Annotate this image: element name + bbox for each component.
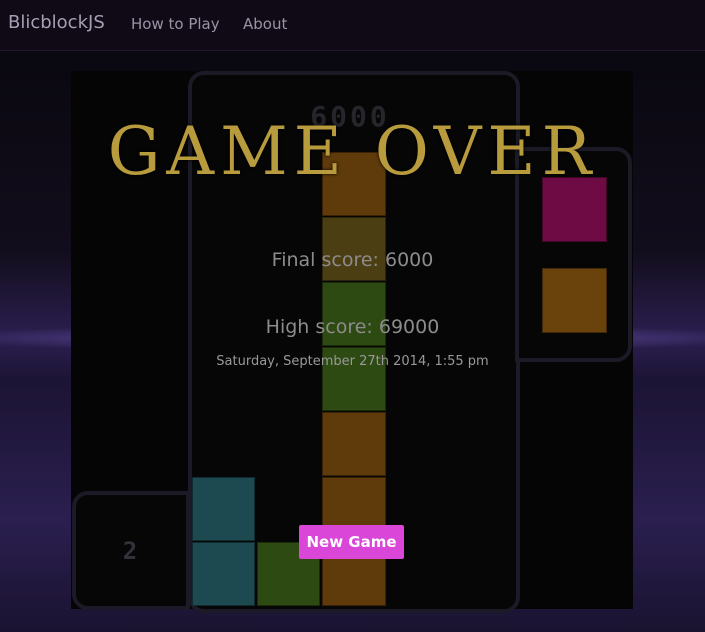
new-game-button[interactable]: New Game (299, 525, 404, 559)
final-score: Final score: 6000 (271, 249, 434, 271)
board-block (192, 542, 255, 606)
brand-logo[interactable]: BlicblockJS (8, 12, 105, 33)
navbar: BlicblockJS How to Play About (0, 0, 705, 51)
nav-link-about[interactable]: About (243, 15, 287, 33)
high-score: High score: 69000 (265, 316, 440, 338)
board-block (322, 412, 386, 476)
nav-link-how-to-play[interactable]: How to Play (131, 15, 220, 33)
game-over-title: GAME OVER (107, 113, 598, 190)
board-block (192, 477, 255, 541)
game-date: Saturday, September 27th 2014, 1:55 pm (216, 354, 489, 369)
level-display: 2 (122, 537, 138, 565)
